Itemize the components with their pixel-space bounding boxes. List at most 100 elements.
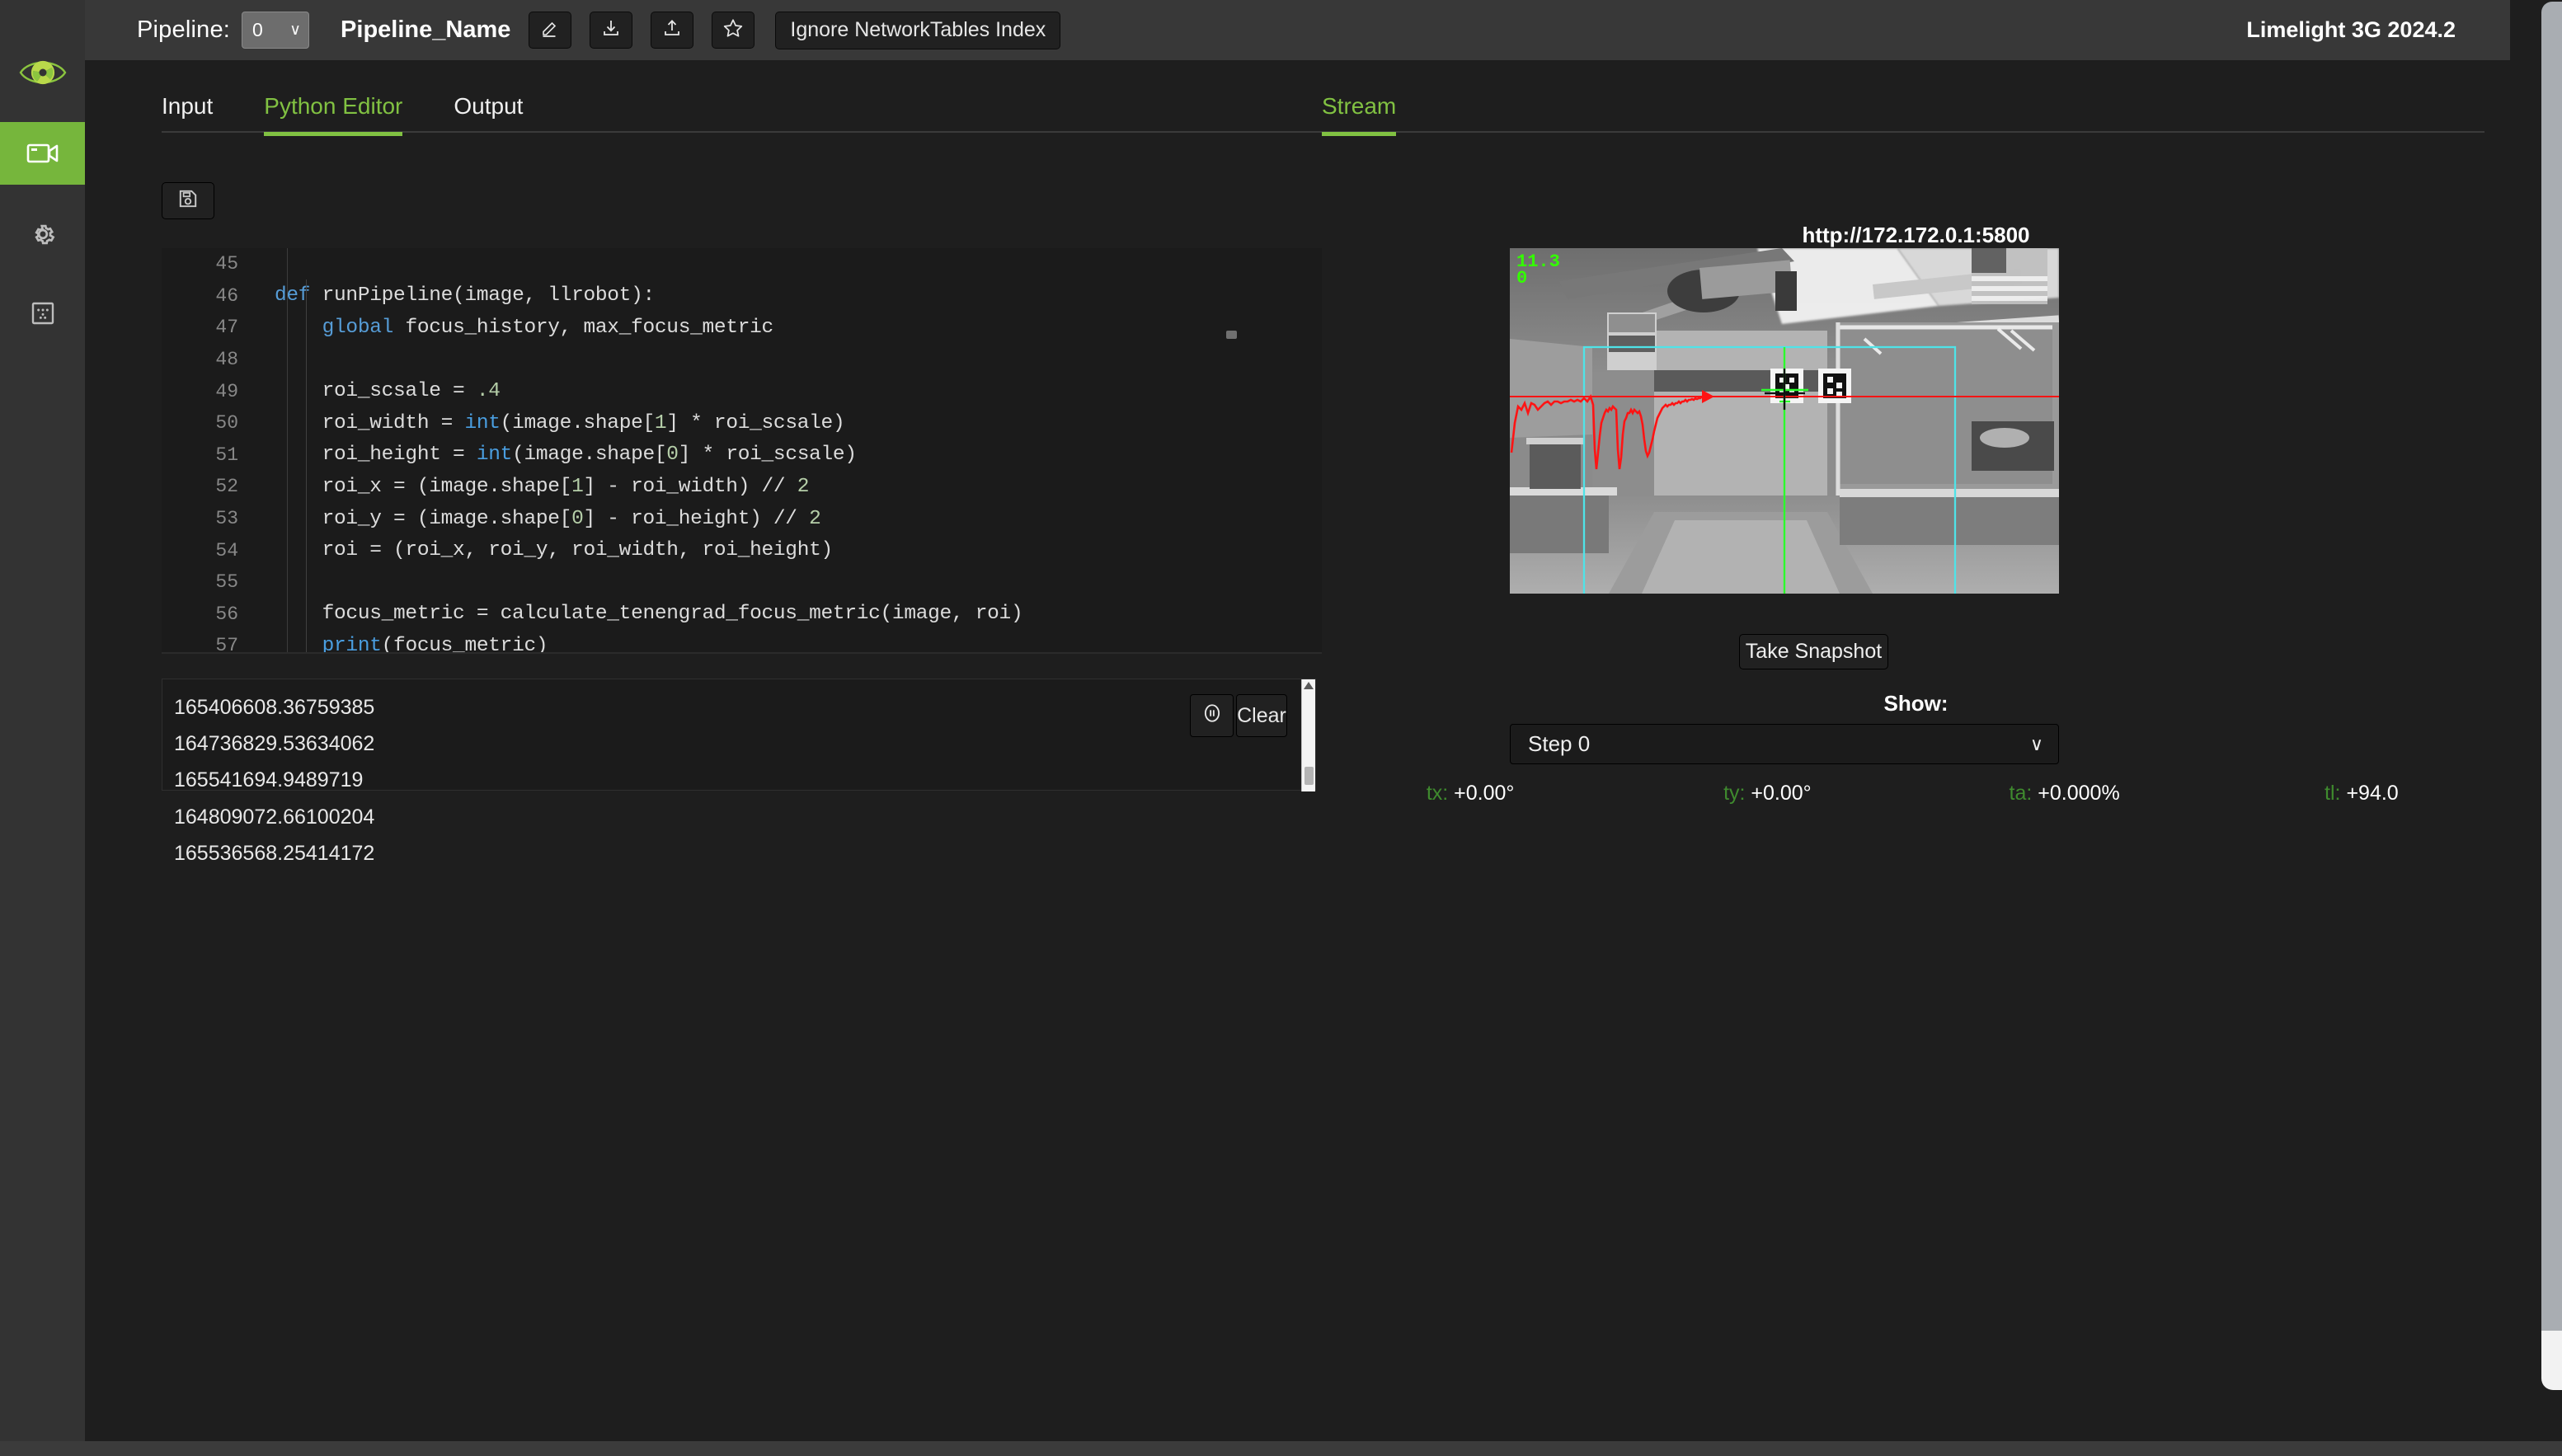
- tab-output-label: Output: [454, 93, 524, 119]
- code-line: 51 roi_height = int(image.shape[0] * roi…: [162, 439, 1322, 472]
- brand-version: Limelight 3G 2024.2: [2246, 17, 2456, 42]
- console-scrollbar-thumb[interactable]: [1305, 767, 1314, 785]
- code-text: focus_metric = calculate_tenengrad_focus…: [275, 603, 1023, 626]
- right-column: Stream http://172.172.0.1:5800 11.3 0 Ta…: [1322, 60, 2510, 1456]
- code-rows: 45 46 def runPipeline(image, llrobot): 47 g…: [162, 248, 1322, 652]
- ignore-networktables-index-label: Ignore NetworkTables Index: [790, 18, 1046, 41]
- take-snapshot-label: Take Snapshot: [1745, 640, 1883, 663]
- line-number: 50: [215, 412, 238, 434]
- console-line: 164736829.53634062: [174, 732, 375, 756]
- left-tab-row: Input Python Editor Output: [85, 60, 1322, 136]
- tab-python-editor[interactable]: Python Editor: [264, 93, 403, 136]
- line-number: 48: [215, 349, 238, 371]
- app-root: Pipeline: 0 ∨ Pipeline_Name Ignore Netwo…: [0, 0, 2562, 1456]
- download-pipeline-button[interactable]: [590, 12, 633, 49]
- tab-output[interactable]: Output: [454, 93, 523, 133]
- line-number: 49: [215, 380, 238, 402]
- console-line: 165536568.25414172: [174, 841, 375, 865]
- scroll-up-arrow-icon[interactable]: [1304, 682, 1314, 689]
- console-scrollbar[interactable]: [1301, 679, 1315, 791]
- clear-console-button[interactable]: Clear: [1236, 694, 1287, 737]
- show-label: Show:: [1883, 691, 1949, 716]
- telemetry-value: +0.000%: [2032, 782, 2120, 805]
- code-text: roi_y = (image.shape[0] - roi_height) //…: [275, 507, 821, 530]
- tab-stream[interactable]: Stream: [1322, 93, 1397, 136]
- line-number: 54: [215, 539, 238, 561]
- line-number: 45: [215, 253, 238, 275]
- editor-scrollbar-thumb[interactable]: [1226, 331, 1237, 339]
- code-line: 57 print(focus_metric): [162, 630, 1322, 652]
- ignore-networktables-index-button[interactable]: Ignore NetworkTables Index: [775, 11, 1061, 49]
- python-code-editor[interactable]: 45 46 def runPipeline(image, llrobot): 47 g…: [162, 248, 1322, 652]
- floppy-disk-save-icon: [177, 188, 199, 214]
- code-line: 46 def runPipeline(image, llrobot):: [162, 280, 1322, 312]
- pencil-icon: [540, 18, 560, 42]
- page-scrollbar[interactable]: [2541, 0, 2562, 1456]
- edit-pipeline-name-button[interactable]: [529, 12, 572, 49]
- download-icon: [601, 18, 621, 42]
- code-text: print(focus_metric): [322, 634, 548, 652]
- telemetry-key: tl:: [2325, 782, 2341, 805]
- stream-fps-line2: 0: [1516, 268, 1527, 289]
- telemetry-value: +0.00°: [1448, 782, 1515, 805]
- line-number: 57: [215, 635, 238, 652]
- upload-icon: [662, 18, 682, 42]
- code-line: 50 roi_width = int(image.shape[1] * roi_…: [162, 407, 1322, 439]
- code-text: def runPipeline(image, llrobot):: [275, 284, 655, 308]
- chevron-down-icon: ∨: [289, 21, 302, 39]
- code-text: global focus_history, max_focus_metric: [322, 316, 774, 339]
- show-select-value: Step 0: [1528, 731, 1591, 756]
- camera-stream-view[interactable]: 11.3 0: [1510, 248, 2059, 594]
- pipeline-select-value: 0: [252, 19, 263, 40]
- tab-input-label: Input: [162, 93, 214, 119]
- dotted-square-icon: [30, 300, 56, 326]
- code-line: 48: [162, 344, 1322, 376]
- pipeline-label: Pipeline:: [137, 16, 231, 43]
- sidebar-item-settings[interactable]: [0, 203, 85, 265]
- favorite-pipeline-button[interactable]: [712, 12, 755, 49]
- tab-python-editor-label: Python Editor: [264, 93, 403, 119]
- tab-input[interactable]: Input: [162, 93, 213, 133]
- console-output-panel[interactable]: 165406608.36759385 164736829.53634062 1655…: [162, 679, 1316, 865]
- line-number: 51: [215, 444, 238, 466]
- pause-circle-icon: [1201, 702, 1223, 730]
- console-lines: 165406608.36759385 164736829.53634062 1655…: [174, 689, 374, 871]
- tab-stream-label: Stream: [1322, 93, 1397, 119]
- telemetry-row: tx: +0.00° ty: +0.00° ta: +0.000% tl: +94.0: [1322, 782, 2510, 805]
- telemetry-value: +0.00°: [1745, 782, 1812, 805]
- pause-console-button[interactable]: [1190, 694, 1234, 737]
- console-line: 165406608.36759385: [174, 696, 375, 719]
- page-scrollbar-thumb[interactable]: [2541, 2, 2562, 1331]
- sidebar-item-camera[interactable]: [0, 122, 85, 185]
- console-line: 164809072.66100204: [174, 805, 375, 829]
- line-number: 55: [215, 571, 238, 594]
- video-camera-icon: [26, 141, 59, 166]
- telemetry-item: ty: +0.00°: [1619, 782, 1916, 805]
- code-text: roi = (roi_x, roi_y, roi_width, roi_heig…: [275, 539, 834, 562]
- top-bar: Pipeline: 0 ∨ Pipeline_Name Ignore Netwo…: [85, 0, 2510, 60]
- save-script-button[interactable]: [162, 182, 214, 219]
- bottom-bar: [0, 1441, 2562, 1456]
- stream-url: http://172.172.0.1:5800: [1802, 223, 2030, 247]
- telemetry-value: +94.0: [2340, 782, 2399, 805]
- right-tab-row: Stream: [1322, 60, 2510, 136]
- code-line: 56 focus_metric = calculate_tenengrad_fo…: [162, 599, 1322, 631]
- pipeline-name: Pipeline_Name: [341, 16, 511, 43]
- limelight-eye-logo: [0, 43, 85, 102]
- console-line: 165541694.9489719: [174, 768, 364, 792]
- take-snapshot-button[interactable]: Take Snapshot: [1739, 634, 1888, 669]
- stream-image: 11.3 0: [1510, 248, 2059, 594]
- pipeline-select[interactable]: 0 ∨: [242, 12, 310, 49]
- page-scrollbar-track-end[interactable]: [2541, 1331, 2562, 1390]
- code-line: 52 roi_x = (image.shape[1] - roi_width) …: [162, 471, 1322, 503]
- sidebar-item-grid[interactable]: [0, 282, 85, 345]
- upload-pipeline-button[interactable]: [651, 12, 694, 49]
- left-column: Input Python Editor Output 45 46 def run…: [85, 60, 1322, 1456]
- indent-guide: [306, 279, 307, 652]
- line-number: 46: [215, 284, 238, 307]
- line-number: 47: [215, 317, 238, 339]
- console-buttons: Clear: [1190, 694, 1287, 737]
- code-line: 49 roi_scsale = .4: [162, 375, 1322, 407]
- show-select[interactable]: Step 0 ∨: [1510, 724, 2059, 764]
- editor-toolbar: [162, 182, 214, 219]
